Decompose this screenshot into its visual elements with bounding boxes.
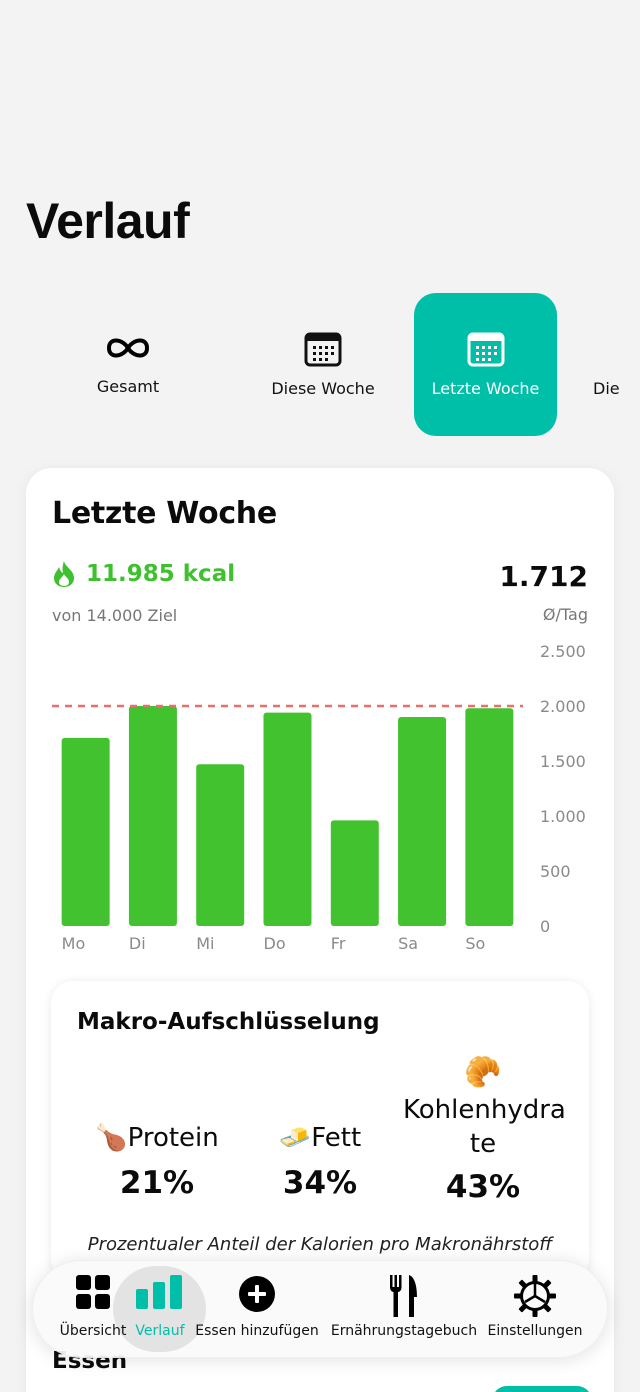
filter-tabs: Gesamt Diese Woche Letzte Woche Die [0,293,640,436]
y-tick-label: 500 [540,862,571,881]
y-tick-label: 2.500 [540,642,586,661]
macro-fett: 🧈 Fett 34% [265,1123,375,1201]
x-tick-label: Fr [331,934,346,953]
nav-item-ernaehrungstagebuch[interactable] [344,1275,464,1317]
tab-gesamt-label: Gesamt [96,377,160,396]
add-food-button[interactable] [492,1386,592,1392]
butter-icon: 🧈 [278,1123,312,1153]
tab-gesamt[interactable]: Gesamt [28,293,228,436]
nav-label-einstellungen: Einstellungen [487,1323,583,1339]
macro-note: Prozentualer Anteil der Kalorien pro Mak… [87,1234,553,1255]
plus-circle-icon [239,1276,275,1312]
x-tick-label: Di [129,934,146,953]
macro-protein-label: Protein [127,1123,219,1153]
tab-diesen-monat-label: Die [593,379,620,398]
calendar-icon [467,332,504,367]
drumstick-icon: 🍗 [95,1123,128,1153]
x-tick-label: Do [264,934,286,953]
macro-kohlenhydrate: 🥐 Kohlenhydra te 43% [403,1053,566,1205]
bar-so[interactable] [465,708,514,926]
x-tick-label: Mo [62,934,86,953]
nav-label-essen-hinzufuegen: Essen hinzufügen [195,1323,319,1339]
week-card: Letzte Woche 11.985 kcal von 14.000 Ziel… [26,468,614,1392]
x-tick-label: Mi [196,934,214,953]
infinity-icon [106,338,150,358]
macro-card: Makro-Aufschlüsselung 🍗 Protein 21% 🧈 Fe… [51,981,589,1281]
nav-label-ernaehrungstagebuch: Ernährungstagebuch [330,1323,478,1339]
macro-title: Makro-Aufschlüsselung [77,1009,380,1035]
x-tick-label: So [465,934,485,953]
y-tick-label: 2.000 [540,697,586,716]
page-title: Verlauf [26,193,190,249]
tab-diese-woche-label: Diese Woche [271,379,375,398]
bar-sa[interactable] [398,717,447,926]
y-tick-label: 0 [540,917,550,936]
nav-item-einstellungen[interactable] [475,1275,595,1317]
fork-knife-icon [390,1275,417,1317]
macro-kohlenhydrate-label-2: te [469,1129,497,1159]
bar-mo[interactable] [61,737,110,926]
tab-diesen-monat[interactable]: Die [586,293,640,436]
macro-protein: 🍗 Protein 21% [87,1123,227,1201]
macro-kohlenhydrate-label-1: Kohlenhydra [403,1095,566,1125]
tab-letzte-woche-label: Letzte Woche [431,379,540,398]
nav-label-verlauf: Verlauf [135,1323,185,1339]
calorie-bar-chart: 0 500 1.000 1.500 2.000 2.500 Mo Di Mi Do Fr Sa So [52,642,586,953]
bar-do[interactable] [263,712,312,926]
bar-fr[interactable] [330,820,379,926]
bar-di[interactable] [128,706,177,926]
y-tick-label: 1.000 [540,807,586,826]
x-tick-label: Sa [398,934,418,953]
nav-label-uebersicht: Übersicht [59,1323,127,1339]
macro-kohlenhydrate-pct: 43% [445,1169,521,1205]
tab-letzte-woche[interactable]: Letzte Woche [414,293,557,436]
gear-icon [514,1275,556,1317]
y-tick-label: 1.500 [540,752,586,771]
tab-diese-woche[interactable]: Diese Woche [248,293,398,436]
bottom-nav: Übersicht Verlauf Essen hinzufügen Ernäh… [32,1260,608,1358]
bar-chart-icon [136,1275,182,1309]
macro-fett-label: Fett [311,1123,362,1153]
macro-protein-pct: 21% [119,1165,195,1201]
croissant-icon: 🥐 [464,1055,502,1090]
nav-item-essen-hinzufuegen[interactable] [197,1275,317,1313]
bar-mi[interactable] [196,764,245,926]
calendar-icon [304,332,342,367]
macro-fett-pct: 34% [282,1165,358,1201]
